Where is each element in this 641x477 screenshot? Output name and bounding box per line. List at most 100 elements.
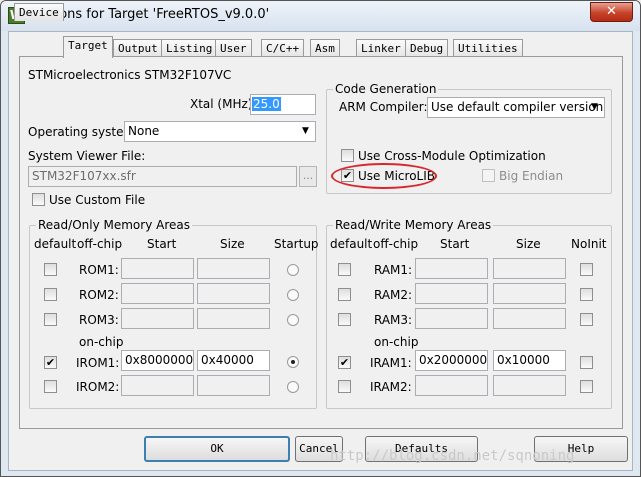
cross-module-checkbox[interactable] <box>341 149 354 162</box>
irom1-default-checkbox[interactable]: ✔ <box>44 356 57 369</box>
irom1-start-input[interactable]: 0x8000000 <box>121 350 194 371</box>
tab-debug[interactable]: Debug <box>405 39 449 57</box>
rom1-startup-radio[interactable] <box>287 264 299 276</box>
ram3-start-input[interactable] <box>415 308 488 329</box>
ram1-label: RAM1: <box>374 263 413 277</box>
ro-header-start: Start <box>147 237 177 251</box>
rw-header-default: default <box>330 237 373 251</box>
ro-memory-title: Read/Only Memory Areas <box>36 218 192 232</box>
svd-browse-button[interactable]: ... <box>299 166 317 187</box>
ram3-noinit-checkbox[interactable] <box>580 313 593 326</box>
iram2-size-input[interactable] <box>493 375 566 396</box>
chevron-down-icon: ▼ <box>591 102 598 112</box>
chevron-down-icon: ▼ <box>302 126 309 136</box>
iram2-default-checkbox[interactable] <box>338 380 351 393</box>
ram2-noinit-checkbox[interactable] <box>580 288 593 301</box>
compiler-label: ARM Compiler: <box>339 100 428 114</box>
tab-listing[interactable]: Listing <box>161 39 218 57</box>
ram1-noinit-checkbox[interactable] <box>580 263 593 276</box>
iram2-noinit-checkbox[interactable] <box>580 380 593 393</box>
xtal-label: Xtal (MHz): <box>190 97 257 111</box>
highlight-ring <box>331 163 437 189</box>
rom1-start-input[interactable] <box>121 258 194 279</box>
iram1-start-input[interactable]: 0x20000000 <box>415 350 488 371</box>
rw-header-noinit: NoInit <box>571 237 607 251</box>
ram2-start-input[interactable] <box>415 283 488 304</box>
ram3-default-checkbox[interactable] <box>338 313 351 326</box>
ro-onchip-label: on-chip <box>79 335 124 349</box>
close-button[interactable]: ✕ <box>590 2 633 22</box>
rw-header-size: Size <box>516 237 541 251</box>
ram1-start-input[interactable] <box>415 258 488 279</box>
rom1-default-checkbox[interactable] <box>44 263 57 276</box>
os-value: None <box>128 124 160 138</box>
rom1-label: ROM1: <box>79 263 119 277</box>
ro-header-size: Size <box>220 237 245 251</box>
iram2-label: IRAM2: <box>370 380 412 394</box>
irom2-start-input[interactable] <box>121 375 194 396</box>
tab-output[interactable]: Output <box>113 39 163 57</box>
tab-user[interactable]: User <box>215 39 252 57</box>
irom1-startup-radio[interactable] <box>287 356 299 368</box>
ram2-default-checkbox[interactable] <box>338 288 351 301</box>
tab-asm[interactable]: Asm <box>310 39 340 57</box>
irom1-size-input[interactable]: 0x40000 <box>197 350 270 371</box>
irom1-label: IROM1: <box>76 356 120 370</box>
os-select[interactable]: None ▼ <box>124 121 316 142</box>
rom3-startup-radio[interactable] <box>287 314 299 326</box>
svd-label: System Viewer File: <box>28 149 146 163</box>
ro-header-startup: Startup <box>274 237 319 251</box>
rom2-default-checkbox[interactable] <box>44 288 57 301</box>
iram1-label: IRAM1: <box>370 356 412 370</box>
rw-header-start: Start <box>440 237 470 251</box>
rom2-size-input[interactable] <box>197 283 270 304</box>
tab-device[interactable]: Device <box>14 3 64 21</box>
rom3-size-input[interactable] <box>197 308 270 329</box>
rom3-default-checkbox[interactable] <box>44 313 57 326</box>
ram3-label: RAM3: <box>374 313 413 327</box>
ram1-size-input[interactable] <box>493 258 566 279</box>
custom-file-label: Use Custom File <box>49 193 146 207</box>
tab-linker[interactable]: Linker <box>356 39 406 57</box>
iram1-default-checkbox[interactable]: ✔ <box>338 356 351 369</box>
irom2-label: IROM2: <box>76 380 120 394</box>
iram1-noinit-checkbox[interactable] <box>580 356 593 369</box>
xtal-value: 25.0 <box>252 97 281 111</box>
compiler-select[interactable]: Use default compiler version ▼ <box>427 97 605 118</box>
ram3-size-input[interactable] <box>493 308 566 329</box>
title-bar[interactable]: W Options for Target 'FreeRTOS_v9.0.0' ✕ <box>1 1 640 31</box>
rw-header-offchip: off-chip <box>373 237 419 251</box>
rom3-start-input[interactable] <box>121 308 194 329</box>
rom2-startup-radio[interactable] <box>287 289 299 301</box>
window-title: Options for Target 'FreeRTOS_v9.0.0' <box>32 7 270 22</box>
big-endian-checkbox[interactable] <box>482 169 495 182</box>
custom-file-checkbox[interactable] <box>32 193 45 206</box>
irom2-startup-radio[interactable] <box>287 381 299 393</box>
rw-onchip-label: on-chip <box>374 335 419 349</box>
tab-cpp[interactable]: C/C++ <box>261 39 305 57</box>
compiler-value: Use default compiler version <box>431 100 604 114</box>
big-endian-label: Big Endian <box>499 169 564 183</box>
ro-header-default: default <box>34 237 77 251</box>
iram1-size-input[interactable]: 0x10000 <box>493 350 566 371</box>
rom2-start-input[interactable] <box>121 283 194 304</box>
irom2-size-input[interactable] <box>197 375 270 396</box>
svd-input[interactable]: STM32F107xx.sfr <box>28 166 297 187</box>
ram1-default-checkbox[interactable] <box>338 263 351 276</box>
rom1-size-input[interactable] <box>197 258 270 279</box>
cross-module-label: Use Cross-Module Optimization <box>358 149 546 163</box>
ok-button[interactable]: OK <box>144 436 290 462</box>
tab-utilities[interactable]: Utilities <box>453 39 523 57</box>
tab-target[interactable]: Target <box>63 36 113 58</box>
code-generation-title: Code Generation <box>333 82 439 96</box>
rw-memory-title: Read/Write Memory Areas <box>333 218 494 232</box>
watermark: http://blog.csdn.net/sqnoning <box>330 448 575 464</box>
rom3-label: ROM3: <box>79 313 119 327</box>
iram2-start-input[interactable] <box>415 375 488 396</box>
irom2-default-checkbox[interactable] <box>44 380 57 393</box>
device-name: STMicroelectronics STM32F107VC <box>28 68 232 82</box>
xtal-input[interactable]: 25.0 <box>250 94 316 115</box>
rom2-label: ROM2: <box>79 288 119 302</box>
ro-header-offchip: off-chip <box>77 237 123 251</box>
ram2-size-input[interactable] <box>493 283 566 304</box>
